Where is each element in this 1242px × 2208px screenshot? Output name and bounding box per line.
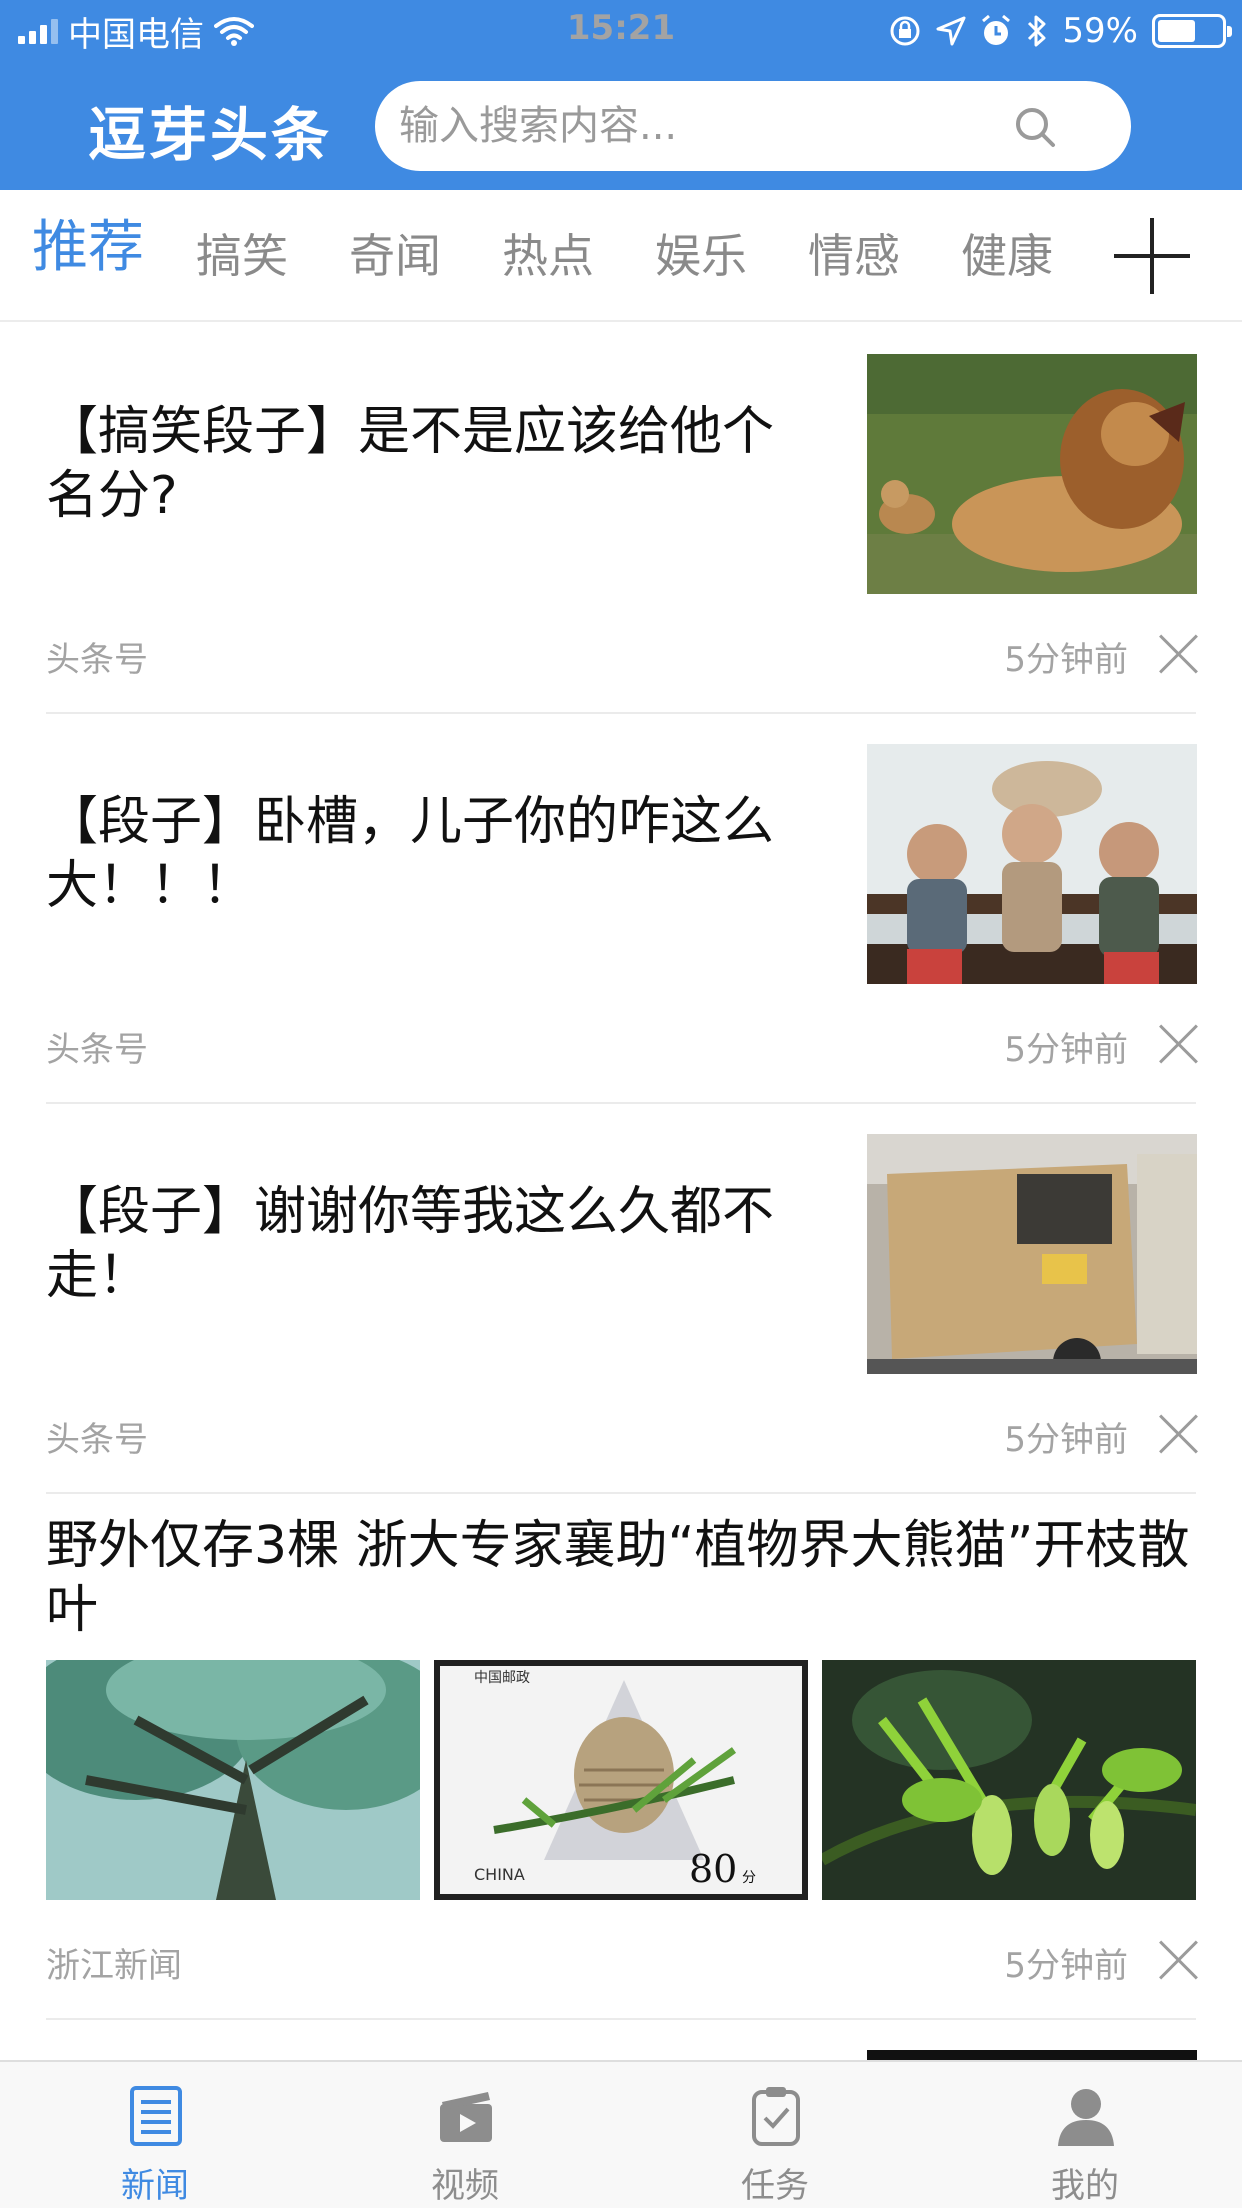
cardboard-truck-photo[interactable]	[867, 1134, 1197, 1374]
tab-video[interactable]: 视频	[310, 2062, 620, 2208]
search-icon[interactable]	[1013, 105, 1057, 149]
tab-funny[interactable]: 搞笑	[196, 228, 288, 284]
close-icon[interactable]	[1160, 635, 1198, 673]
divider	[46, 1492, 1196, 1494]
tab-news[interactable]: 新闻	[0, 2062, 310, 2208]
article-title[interactable]: 【搞笑段子】是不是应该给他个名分?	[46, 400, 786, 528]
tree-photo[interactable]	[46, 1660, 420, 1900]
next-article-thumb[interactable]	[867, 2050, 1197, 2060]
kids-at-zoo-photo[interactable]	[867, 744, 1197, 984]
close-icon[interactable]	[1160, 1415, 1198, 1453]
status-right: 59%	[888, 10, 1232, 52]
battery-icon	[1152, 14, 1232, 48]
article-source: 头条号	[46, 640, 148, 680]
tab-news-label: 新闻	[121, 2166, 189, 2206]
article-time: 5分钟前	[1004, 1946, 1128, 1986]
tab-profile[interactable]: 我的	[930, 2062, 1240, 2208]
search-bar[interactable]	[375, 81, 1131, 171]
tab-emotion[interactable]: 情感	[808, 228, 900, 284]
stamp-unit: 分	[742, 1870, 756, 1886]
news-icon	[130, 2086, 182, 2146]
battery-fill	[1158, 20, 1195, 42]
tab-health[interactable]: 健康	[961, 228, 1053, 284]
stamp-country: 中国邮政	[474, 1670, 530, 1686]
stamp-value: 80	[689, 1847, 737, 1891]
task-icon	[752, 2087, 800, 2146]
article-time: 5分钟前	[1004, 640, 1128, 680]
category-tabs: 推荐 搞笑 奇闻 热点 娱乐 情感 健康	[0, 190, 1242, 322]
article-source: 头条号	[46, 1030, 148, 1070]
tab-task[interactable]: 任务	[620, 2062, 930, 2208]
article-source: 头条号	[46, 1420, 148, 1460]
pine-cone-photo[interactable]	[822, 1660, 1196, 1900]
rotation-lock-icon	[890, 16, 920, 46]
tab-task-label: 任务	[741, 2166, 809, 2206]
alarm-icon	[982, 14, 1011, 45]
location-icon	[936, 16, 966, 46]
article-title[interactable]: 野外仅存3棵 浙大专家襄助“植物界大熊猫”开枝散叶	[46, 1514, 1206, 1642]
status-bar: 中国电信 15:21 59%	[0, 0, 1242, 62]
article-source: 浙江新闻	[46, 1946, 182, 1986]
tab-video-label: 视频	[431, 2166, 499, 2206]
profile-icon	[1058, 2089, 1114, 2146]
divider	[46, 1102, 1196, 1104]
article-time: 5分钟前	[1004, 1030, 1128, 1070]
divider	[46, 712, 1196, 714]
divider	[46, 2018, 1196, 2020]
search-input[interactable]	[399, 103, 999, 149]
video-icon	[440, 2092, 492, 2142]
battery-percent: 59%	[1062, 11, 1138, 51]
lion-photo[interactable]	[867, 354, 1197, 594]
bottom-tab-bar: 新闻 视频 任务 我的	[0, 2060, 1242, 2208]
tab-hot[interactable]: 热点	[502, 228, 594, 284]
stamp-latin: CHINA	[474, 1865, 525, 1884]
close-icon[interactable]	[1160, 1941, 1198, 1979]
tab-entertainment[interactable]: 娱乐	[655, 228, 747, 284]
close-icon[interactable]	[1160, 1025, 1198, 1063]
bluetooth-icon	[1028, 15, 1046, 47]
tab-profile-label: 我的	[1051, 2166, 1119, 2206]
article-title[interactable]: 【段子】卧槽，儿子你的咋这么大！！！	[46, 790, 836, 918]
app-header: 中国电信 15:21 59% 逗芽头条 输入搜索内容...	[0, 0, 1242, 190]
article-title[interactable]: 【段子】谢谢你等我这么久都不走！	[46, 1180, 786, 1308]
plus-icon[interactable]	[1114, 218, 1190, 294]
stamp-photo[interactable]: 中国邮政 CHINA 80 分	[434, 1660, 808, 1900]
tab-oddities[interactable]: 奇闻	[349, 228, 441, 284]
app-logo: 逗芽头条	[88, 101, 333, 169]
article-time: 5分钟前	[1004, 1420, 1128, 1460]
tab-recommend[interactable]: 推荐	[32, 220, 144, 276]
